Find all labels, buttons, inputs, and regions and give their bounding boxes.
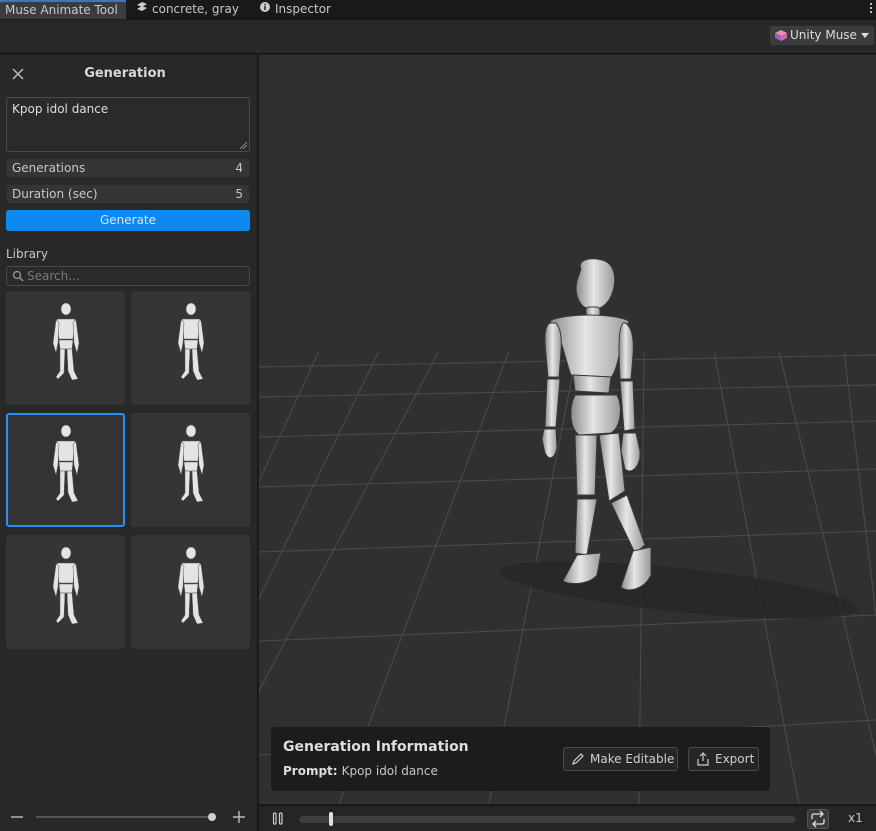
playhead-handle[interactable]: [328, 812, 333, 826]
pencil-icon: [572, 753, 584, 765]
panel-title: Generation: [84, 66, 166, 81]
tab-concrete-gray[interactable]: concrete, gray: [136, 0, 239, 19]
make-editable-button[interactable]: Make Editable: [563, 747, 678, 771]
library-thumbnail[interactable]: [6, 291, 125, 405]
unity-muse-dropdown[interactable]: Unity Muse: [769, 25, 875, 46]
library-thumbnail[interactable]: [6, 535, 125, 649]
info-icon: [259, 0, 271, 19]
material-icon: [136, 0, 148, 19]
generate-button[interactable]: Generate: [6, 210, 250, 231]
prompt-text: Kpop idol dance: [12, 102, 109, 116]
editor-tab-bar: Muse Animate Tool concrete, gray Inspect…: [0, 0, 876, 19]
prompt-input[interactable]: Kpop idol dance: [6, 97, 250, 152]
animation-preview-icon: [52, 546, 80, 625]
zoom-out-icon[interactable]: [10, 810, 24, 824]
generations-label: Generations: [12, 161, 86, 175]
thumbnail-zoom-slider[interactable]: [0, 805, 258, 829]
export-label: Export: [715, 752, 755, 766]
animation-preview-icon: [177, 546, 205, 625]
animation-preview-icon: [52, 424, 80, 503]
tab-muse-animate-tool[interactable]: Muse Animate Tool: [0, 0, 126, 19]
mannequin-figure: [541, 258, 652, 591]
library-thumbnail[interactable]: [131, 291, 250, 405]
animation-viewport[interactable]: Generation Information Prompt: Kpop idol …: [259, 55, 876, 804]
library-label: Library: [6, 247, 48, 261]
info-title: Generation Information: [283, 739, 469, 755]
export-icon: [697, 752, 709, 766]
generation-panel: Generation Kpop idol dance Generations 4…: [0, 55, 258, 831]
pause-icon[interactable]: [272, 812, 284, 825]
loop-icon: [811, 810, 825, 828]
library-thumbnail[interactable]: [131, 535, 250, 649]
prompt-label: Prompt:: [283, 764, 338, 778]
generation-information-card: Generation Information Prompt: Kpop idol …: [271, 727, 770, 791]
zoom-handle[interactable]: [208, 813, 217, 821]
tab-label: concrete, gray: [152, 2, 239, 16]
generations-value: 4: [235, 161, 243, 175]
animation-preview-icon: [177, 424, 205, 503]
prompt-value: Kpop idol dance: [341, 764, 438, 778]
playback-speed[interactable]: x1: [848, 811, 863, 825]
unity-muse-logo-icon: [775, 30, 787, 41]
animation-preview-icon: [177, 302, 205, 381]
playback-timeline: x1: [259, 805, 876, 831]
chevron-down-icon: [861, 33, 869, 38]
loop-toggle-button[interactable]: [807, 809, 829, 829]
zoom-track[interactable]: [36, 816, 216, 818]
kebab-menu-icon[interactable]: [869, 2, 873, 16]
dropdown-label: Unity Muse: [790, 28, 857, 42]
library-thumbnail[interactable]: [131, 413, 250, 527]
tab-inspector[interactable]: Inspector: [259, 0, 331, 19]
library-thumbnail[interactable]: [6, 413, 125, 527]
duration-field[interactable]: Duration (sec) 5: [6, 184, 250, 204]
tab-label: Muse Animate Tool: [5, 3, 118, 17]
search-icon: [12, 270, 24, 282]
make-editable-label: Make Editable: [590, 752, 675, 766]
export-button[interactable]: Export: [688, 747, 759, 771]
tab-label: Inspector: [275, 2, 331, 16]
timeline-scrubber[interactable]: [299, 816, 796, 823]
info-prompt: Prompt: Kpop idol dance: [283, 764, 438, 778]
toolbar: Unity Muse: [0, 20, 876, 54]
search-placeholder: Search...: [27, 269, 80, 283]
duration-value: 5: [235, 187, 243, 201]
zoom-in-icon[interactable]: [232, 810, 246, 824]
search-input[interactable]: Search...: [6, 266, 250, 286]
resize-grip-icon[interactable]: [240, 142, 247, 149]
animation-preview-icon: [52, 302, 80, 381]
duration-label: Duration (sec): [12, 187, 98, 201]
generations-field[interactable]: Generations 4: [6, 158, 250, 178]
